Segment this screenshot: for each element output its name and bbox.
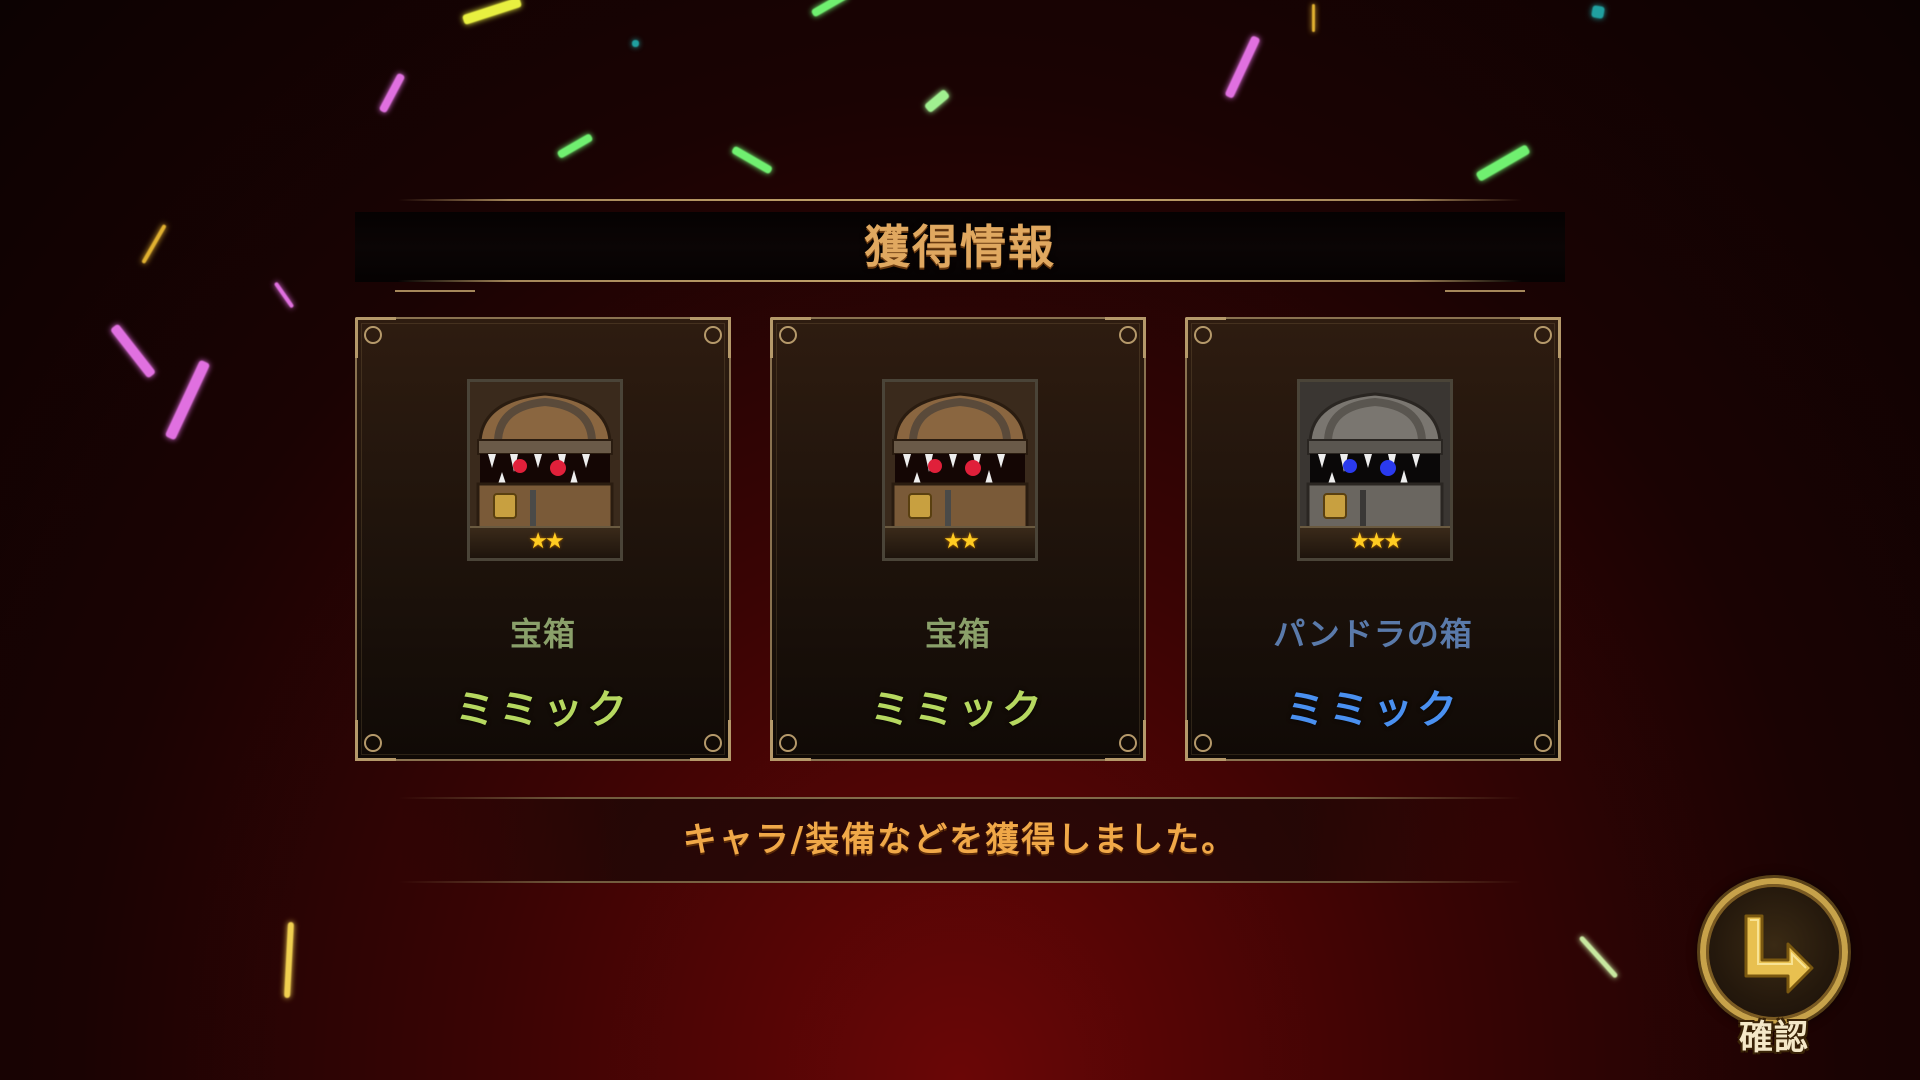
rarity-stars: ★★★ bbox=[1300, 526, 1450, 558]
confetti-piece bbox=[284, 921, 294, 999]
header-accent-right bbox=[1445, 290, 1525, 292]
confetti-piece bbox=[1224, 35, 1261, 99]
confetti-piece bbox=[632, 40, 639, 47]
acquired-message: キャラ/装備などを獲得しました。 bbox=[682, 820, 1238, 860]
reward-card[interactable]: ★★ 宝箱 ミミック bbox=[355, 317, 731, 761]
pandora-box-portrait: ★★★ bbox=[1297, 379, 1453, 561]
page-title: 獲得情報 bbox=[864, 220, 1056, 274]
confirm-button[interactable] bbox=[1700, 878, 1848, 1026]
item-name-label: ミミック bbox=[1285, 687, 1461, 733]
confetti-piece bbox=[273, 281, 295, 309]
item-type-label: パンドラの箱 bbox=[1273, 615, 1473, 653]
item-name-label: ミミック bbox=[455, 687, 631, 733]
mimic-chest-portrait: ★★ bbox=[467, 379, 623, 561]
confetti-piece bbox=[461, 0, 523, 26]
confetti-piece bbox=[923, 88, 951, 114]
ornament-corner bbox=[690, 317, 731, 358]
mimic-chest-portrait: ★★ bbox=[882, 379, 1038, 561]
ornament-corner bbox=[1105, 317, 1146, 358]
reward-card[interactable]: ★★ 宝箱 ミミック bbox=[770, 317, 1146, 761]
confetti-piece bbox=[556, 133, 594, 159]
pandora-box-icon bbox=[1300, 382, 1450, 528]
confetti-piece bbox=[1475, 144, 1531, 182]
reward-card[interactable]: ★★★ パンドラの箱 ミミック bbox=[1185, 317, 1561, 761]
item-type-label: 宝箱 bbox=[509, 615, 576, 653]
rarity-stars: ★★ bbox=[470, 526, 620, 558]
confetti-piece bbox=[1578, 935, 1619, 979]
confetti-piece bbox=[810, 0, 850, 18]
ornament-corner bbox=[1185, 317, 1226, 358]
message-divider-bottom bbox=[398, 881, 1522, 883]
item-type-label: 宝箱 bbox=[924, 615, 991, 653]
confetti-piece bbox=[164, 359, 211, 441]
ornament-corner bbox=[770, 317, 811, 358]
header-accent-left bbox=[395, 290, 475, 292]
confetti-piece bbox=[730, 145, 774, 175]
return-arrow-icon bbox=[1744, 914, 1814, 994]
confetti-piece bbox=[378, 72, 406, 114]
rarity-stars: ★★ bbox=[885, 526, 1035, 558]
header-divider-top bbox=[398, 199, 1522, 201]
confetti-piece bbox=[141, 223, 167, 265]
confetti-piece bbox=[1312, 4, 1315, 32]
confetti-piece bbox=[109, 323, 157, 379]
ornament-corner bbox=[355, 317, 396, 358]
item-name-label: ミミック bbox=[870, 687, 1046, 733]
result-screen: 獲得情報 ★★ 宝箱 ミミック ★★ 宝箱 ミミック ★★★ パンドラの箱 ミミ… bbox=[0, 0, 1920, 1080]
confetti-piece bbox=[1591, 5, 1605, 19]
ornament-corner bbox=[1520, 317, 1561, 358]
confirm-button-label[interactable]: 確認 bbox=[1728, 1010, 1820, 1059]
mimic-chest-icon bbox=[885, 382, 1035, 528]
mimic-chest-icon bbox=[470, 382, 620, 528]
